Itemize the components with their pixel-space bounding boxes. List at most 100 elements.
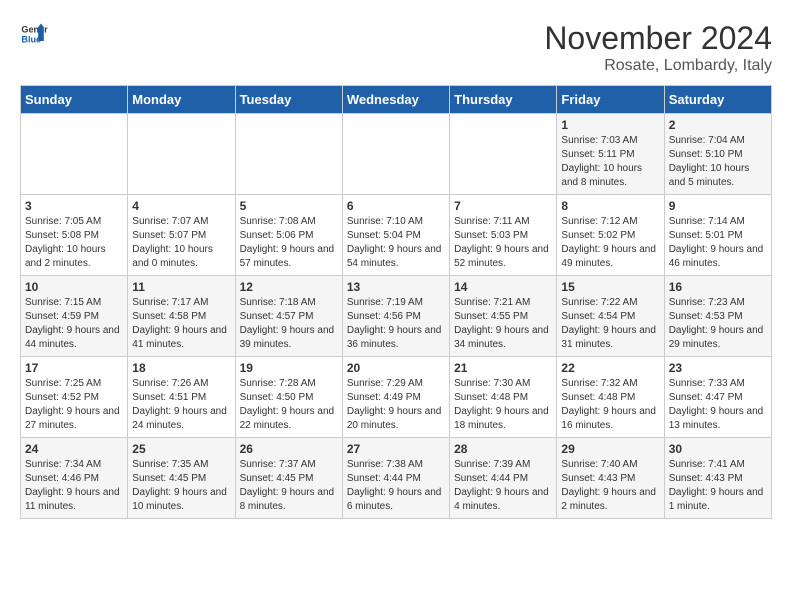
calendar-cell: 25 Sunrise: 7:35 AM Sunset: 4:45 PM Dayli…	[128, 438, 235, 519]
day-number: 6	[347, 199, 445, 213]
day-info: Sunrise: 7:37 AM Sunset: 4:45 PM Dayligh…	[240, 458, 338, 514]
logo-icon: General Blue	[20, 20, 48, 48]
day-number: 19	[240, 361, 338, 375]
day-info: Sunrise: 7:32 AM Sunset: 4:48 PM Dayligh…	[561, 377, 659, 433]
day-info: Sunrise: 7:07 AM Sunset: 5:07 PM Dayligh…	[132, 215, 230, 271]
calendar-cell	[235, 114, 342, 195]
calendar-cell: 24 Sunrise: 7:34 AM Sunset: 4:46 PM Dayli…	[21, 438, 128, 519]
calendar-cell: 14 Sunrise: 7:21 AM Sunset: 4:55 PM Dayli…	[450, 276, 557, 357]
weekday-header-saturday: Saturday	[664, 86, 771, 114]
calendar-cell: 9 Sunrise: 7:14 AM Sunset: 5:01 PM Daylig…	[664, 195, 771, 276]
calendar-cell: 18Sunrise: 7:26 AM Sunset: 4:51 PM Dayli…	[128, 357, 235, 438]
day-info: Sunrise: 7:28 AM Sunset: 4:50 PM Dayligh…	[240, 377, 338, 433]
day-info: Sunrise: 7:26 AM Sunset: 4:51 PM Dayligh…	[132, 377, 230, 433]
calendar-cell	[342, 114, 449, 195]
day-number: 16	[669, 280, 767, 294]
day-number: 23	[669, 361, 767, 375]
day-number: 10	[25, 280, 123, 294]
day-number: 14	[454, 280, 552, 294]
calendar-cell: 2 Sunrise: 7:04 AM Sunset: 5:10 PM Daylig…	[664, 114, 771, 195]
calendar-cell: 30 Sunrise: 7:41 AM Sunset: 4:43 PM Dayli…	[664, 438, 771, 519]
day-number: 20	[347, 361, 445, 375]
day-number: 22	[561, 361, 659, 375]
day-number: 3	[25, 199, 123, 213]
calendar-cell	[21, 114, 128, 195]
day-number: 4	[132, 199, 230, 213]
day-number: 7	[454, 199, 552, 213]
day-info: Sunrise: 7:14 AM Sunset: 5:01 PM Dayligh…	[669, 215, 767, 271]
day-info: Sunrise: 7:15 AM Sunset: 4:59 PM Dayligh…	[25, 296, 123, 352]
page-header: General Blue November 2024 Rosate, Lomba…	[20, 20, 772, 75]
day-info: Sunrise: 7:10 AM Sunset: 5:04 PM Dayligh…	[347, 215, 445, 271]
day-number: 9	[669, 199, 767, 213]
calendar-cell: 26 Sunrise: 7:37 AM Sunset: 4:45 PM Dayli…	[235, 438, 342, 519]
day-info: Sunrise: 7:21 AM Sunset: 4:55 PM Dayligh…	[454, 296, 552, 352]
calendar-cell: 10 Sunrise: 7:15 AM Sunset: 4:59 PM Dayli…	[21, 276, 128, 357]
day-number: 15	[561, 280, 659, 294]
weekday-header-row: SundayMondayTuesdayWednesdayThursdayFrid…	[21, 86, 772, 114]
calendar-cell: 29 Sunrise: 7:40 AM Sunset: 4:43 PM Dayli…	[557, 438, 664, 519]
calendar-cell: 16Sunrise: 7:23 AM Sunset: 4:53 PM Dayli…	[664, 276, 771, 357]
weekday-header-tuesday: Tuesday	[235, 86, 342, 114]
calendar-cell: 21Sunrise: 7:30 AM Sunset: 4:48 PM Dayli…	[450, 357, 557, 438]
day-info: Sunrise: 7:19 AM Sunset: 4:56 PM Dayligh…	[347, 296, 445, 352]
day-number: 28	[454, 442, 552, 456]
calendar-cell: 27 Sunrise: 7:38 AM Sunset: 4:44 PM Dayli…	[342, 438, 449, 519]
weekday-header-monday: Monday	[128, 86, 235, 114]
day-info: Sunrise: 7:17 AM Sunset: 4:58 PM Dayligh…	[132, 296, 230, 352]
calendar-cell: 17 Sunrise: 7:25 AM Sunset: 4:52 PM Dayli…	[21, 357, 128, 438]
day-number: 8	[561, 199, 659, 213]
weekday-header-friday: Friday	[557, 86, 664, 114]
day-number: 5	[240, 199, 338, 213]
calendar-week-5: 24 Sunrise: 7:34 AM Sunset: 4:46 PM Dayli…	[21, 438, 772, 519]
calendar-cell: 8Sunrise: 7:12 AM Sunset: 5:02 PM Daylig…	[557, 195, 664, 276]
day-number: 25	[132, 442, 230, 456]
day-info: Sunrise: 7:34 AM Sunset: 4:46 PM Dayligh…	[25, 458, 123, 514]
day-number: 17	[25, 361, 123, 375]
day-info: Sunrise: 7:35 AM Sunset: 4:45 PM Dayligh…	[132, 458, 230, 514]
day-info: Sunrise: 7:22 AM Sunset: 4:54 PM Dayligh…	[561, 296, 659, 352]
day-info: Sunrise: 7:39 AM Sunset: 4:44 PM Dayligh…	[454, 458, 552, 514]
logo: General Blue	[20, 20, 48, 48]
month-title: November 2024	[544, 20, 772, 57]
day-number: 30	[669, 442, 767, 456]
calendar-cell: 6 Sunrise: 7:10 AM Sunset: 5:04 PM Daylig…	[342, 195, 449, 276]
calendar-table: SundayMondayTuesdayWednesdayThursdayFrid…	[20, 85, 772, 519]
day-info: Sunrise: 7:29 AM Sunset: 4:49 PM Dayligh…	[347, 377, 445, 433]
calendar-cell: 11 Sunrise: 7:17 AM Sunset: 4:58 PM Dayli…	[128, 276, 235, 357]
calendar-week-2: 3 Sunrise: 7:05 AM Sunset: 5:08 PM Daylig…	[21, 195, 772, 276]
calendar-cell: 22 Sunrise: 7:32 AM Sunset: 4:48 PM Dayli…	[557, 357, 664, 438]
day-info: Sunrise: 7:25 AM Sunset: 4:52 PM Dayligh…	[25, 377, 123, 433]
day-info: Sunrise: 7:40 AM Sunset: 4:43 PM Dayligh…	[561, 458, 659, 514]
day-info: Sunrise: 7:03 AM Sunset: 5:11 PM Dayligh…	[561, 134, 659, 190]
calendar-cell: 12Sunrise: 7:18 AM Sunset: 4:57 PM Dayli…	[235, 276, 342, 357]
day-number: 27	[347, 442, 445, 456]
day-info: Sunrise: 7:41 AM Sunset: 4:43 PM Dayligh…	[669, 458, 767, 514]
title-block: November 2024 Rosate, Lombardy, Italy	[544, 20, 772, 75]
calendar-cell: 3 Sunrise: 7:05 AM Sunset: 5:08 PM Daylig…	[21, 195, 128, 276]
weekday-header-thursday: Thursday	[450, 86, 557, 114]
day-info: Sunrise: 7:04 AM Sunset: 5:10 PM Dayligh…	[669, 134, 767, 190]
weekday-header-sunday: Sunday	[21, 86, 128, 114]
day-number: 11	[132, 280, 230, 294]
day-info: Sunrise: 7:38 AM Sunset: 4:44 PM Dayligh…	[347, 458, 445, 514]
calendar-week-4: 17 Sunrise: 7:25 AM Sunset: 4:52 PM Dayli…	[21, 357, 772, 438]
day-number: 12	[240, 280, 338, 294]
day-number: 24	[25, 442, 123, 456]
calendar-cell: 4 Sunrise: 7:07 AM Sunset: 5:07 PM Daylig…	[128, 195, 235, 276]
calendar-week-1: 1 Sunrise: 7:03 AM Sunset: 5:11 PM Daylig…	[21, 114, 772, 195]
day-info: Sunrise: 7:05 AM Sunset: 5:08 PM Dayligh…	[25, 215, 123, 271]
weekday-header-wednesday: Wednesday	[342, 86, 449, 114]
day-number: 29	[561, 442, 659, 456]
calendar-cell: 13Sunrise: 7:19 AM Sunset: 4:56 PM Dayli…	[342, 276, 449, 357]
day-number: 26	[240, 442, 338, 456]
day-number: 2	[669, 118, 767, 132]
calendar-cell: 28 Sunrise: 7:39 AM Sunset: 4:44 PM Dayli…	[450, 438, 557, 519]
day-number: 21	[454, 361, 552, 375]
svg-text:General: General	[21, 25, 48, 35]
day-number: 1	[561, 118, 659, 132]
calendar-cell: 20 Sunrise: 7:29 AM Sunset: 4:49 PM Dayli…	[342, 357, 449, 438]
calendar-cell: 15 Sunrise: 7:22 AM Sunset: 4:54 PM Dayli…	[557, 276, 664, 357]
calendar-cell: 19 Sunrise: 7:28 AM Sunset: 4:50 PM Dayli…	[235, 357, 342, 438]
day-info: Sunrise: 7:11 AM Sunset: 5:03 PM Dayligh…	[454, 215, 552, 271]
